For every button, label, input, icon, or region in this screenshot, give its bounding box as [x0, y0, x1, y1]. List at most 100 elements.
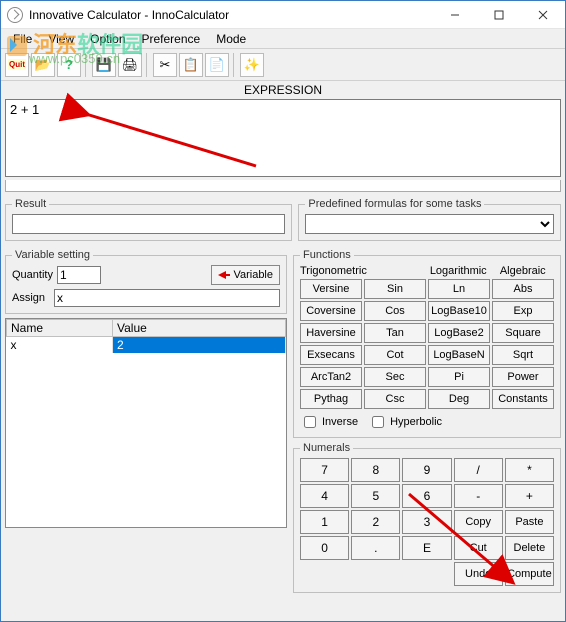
numpad-8-button[interactable]: 8 — [351, 458, 400, 482]
numpad-compute-button[interactable]: Compute — [505, 562, 554, 586]
tool-save-button[interactable]: 💾 — [92, 53, 116, 77]
tool-quit-button[interactable]: Quit — [5, 53, 29, 77]
numpad-7-button[interactable]: 7 — [300, 458, 349, 482]
numpad-3-button[interactable]: 3 — [402, 510, 451, 534]
func-pythag-button[interactable]: Pythag — [300, 389, 362, 409]
numpad-0-button[interactable]: 0 — [300, 536, 349, 560]
numpad-2-button[interactable]: 2 — [351, 510, 400, 534]
minimize-button[interactable] — [433, 1, 477, 29]
func-logbasen-button[interactable]: LogBaseN — [428, 345, 490, 365]
func-power-button[interactable]: Power — [492, 367, 554, 387]
hyperbolic-checkbox[interactable] — [372, 416, 384, 428]
func-arctan2-button[interactable]: ArcTan2 — [300, 367, 362, 387]
numpad-undo-button[interactable]: Undo — [454, 562, 503, 586]
window-title: Innovative Calculator - InnoCalculator — [29, 8, 433, 22]
menubar: File View Option Preference Mode — [1, 29, 565, 49]
func-haversine-button[interactable]: Haversine — [300, 323, 362, 343]
func-sec-button[interactable]: Sec — [364, 367, 426, 387]
func-cot-button[interactable]: Cot — [364, 345, 426, 365]
numpad-x-button[interactable]: - — [454, 484, 503, 508]
numerals-legend: Numerals — [300, 442, 353, 454]
result-fieldset: Result — [5, 198, 292, 241]
cat-trig: Trigonometric — [300, 265, 425, 277]
func-logbase10-button[interactable]: LogBase10 — [428, 301, 490, 321]
cell-value[interactable]: 2 — [113, 337, 286, 354]
hyperbolic-checkbox-label[interactable]: Hyperbolic — [368, 413, 442, 431]
numpad-4-button[interactable]: 4 — [300, 484, 349, 508]
numpad-e-button[interactable]: E — [402, 536, 451, 560]
col-value[interactable]: Value — [113, 320, 286, 337]
tool-cut-button[interactable]: ✂ — [153, 53, 177, 77]
titlebar: Innovative Calculator - InnoCalculator — [1, 1, 565, 29]
quantity-input[interactable] — [57, 266, 101, 284]
variable-table[interactable]: Name Value x 2 — [5, 318, 287, 528]
quit-icon: Quit — [8, 59, 26, 70]
numpad-copy-button[interactable]: Copy — [454, 510, 503, 534]
func-ln-button[interactable]: Ln — [428, 279, 490, 299]
predefined-fieldset: Predefined formulas for some tasks — [298, 198, 561, 241]
wand-icon: ✨ — [244, 57, 260, 73]
variable-button[interactable]: Variable — [211, 265, 280, 285]
numpad-cut-button[interactable]: Cut — [454, 536, 503, 560]
func-abs-button[interactable]: Abs — [492, 279, 554, 299]
variable-setting-legend: Variable setting — [12, 249, 93, 261]
func-pi-button[interactable]: Pi — [428, 367, 490, 387]
menu-view[interactable]: View — [40, 31, 82, 47]
menu-option[interactable]: Option — [82, 31, 133, 47]
cat-log: Logarithmic — [427, 265, 490, 277]
tool-paste-button[interactable]: 📄 — [205, 53, 229, 77]
tool-help-button[interactable]: ? — [57, 53, 81, 77]
result-output — [12, 214, 285, 234]
func-sqrt-button[interactable]: Sqrt — [492, 345, 554, 365]
func-constants-button[interactable]: Constants — [492, 389, 554, 409]
inverse-checkbox-label[interactable]: Inverse — [300, 413, 358, 431]
maximize-button[interactable] — [477, 1, 521, 29]
numpad-5-button[interactable]: 5 — [351, 484, 400, 508]
table-row: x 2 — [7, 337, 286, 354]
func-sin-button[interactable]: Sin — [364, 279, 426, 299]
inverse-checkbox[interactable] — [304, 416, 316, 428]
arrow-left-icon — [218, 271, 230, 279]
func-coversine-button[interactable]: Coversine — [300, 301, 362, 321]
func-csc-button[interactable]: Csc — [364, 389, 426, 409]
numpad-x-button[interactable]: / — [454, 458, 503, 482]
func-tan-button[interactable]: Tan — [364, 323, 426, 343]
close-button[interactable] — [521, 1, 565, 29]
func-versine-button[interactable]: Versine — [300, 279, 362, 299]
tool-copy-button[interactable]: 📋 — [179, 53, 203, 77]
func-logbase2-button[interactable]: LogBase2 — [428, 323, 490, 343]
folder-open-icon: 📂 — [35, 57, 51, 73]
numpad-delete-button[interactable]: Delete — [505, 536, 554, 560]
expression-label: EXPRESSION — [5, 83, 561, 97]
func-exp-button[interactable]: Exp — [492, 301, 554, 321]
func-deg-button[interactable]: Deg — [428, 389, 490, 409]
menu-file[interactable]: File — [5, 31, 40, 47]
cell-name[interactable]: x — [7, 337, 113, 354]
numpad-9-button[interactable]: 9 — [402, 458, 451, 482]
menu-mode[interactable]: Mode — [208, 31, 254, 47]
help-icon: ? — [65, 57, 73, 72]
tool-print-button[interactable]: 🖨 — [118, 53, 142, 77]
functions-fieldset: Functions Trigonometric Logarithmic Alge… — [293, 249, 561, 438]
numpad-1-button[interactable]: 1 — [300, 510, 349, 534]
menu-preference[interactable]: Preference — [134, 31, 209, 47]
expression-input[interactable] — [5, 99, 561, 177]
assign-input[interactable] — [54, 289, 280, 307]
paste-icon: 📄 — [209, 57, 225, 73]
col-name[interactable]: Name — [7, 320, 113, 337]
functions-legend: Functions — [300, 249, 354, 261]
tool-open-button[interactable]: 📂 — [31, 53, 55, 77]
predefined-select[interactable] — [305, 214, 554, 234]
numpad-x-button[interactable]: + — [505, 484, 554, 508]
func-square-button[interactable]: Square — [492, 323, 554, 343]
func-exsecans-button[interactable]: Exsecans — [300, 345, 362, 365]
numpad-x-button[interactable]: * — [505, 458, 554, 482]
app-window: Innovative Calculator - InnoCalculator F… — [0, 0, 566, 622]
numpad-paste-button[interactable]: Paste — [505, 510, 554, 534]
save-icon: 💾 — [96, 57, 112, 73]
numpad-x-button[interactable]: . — [351, 536, 400, 560]
tool-wand-button[interactable]: ✨ — [240, 53, 264, 77]
func-cos-button[interactable]: Cos — [364, 301, 426, 321]
result-legend: Result — [12, 198, 49, 210]
numpad-6-button[interactable]: 6 — [402, 484, 451, 508]
